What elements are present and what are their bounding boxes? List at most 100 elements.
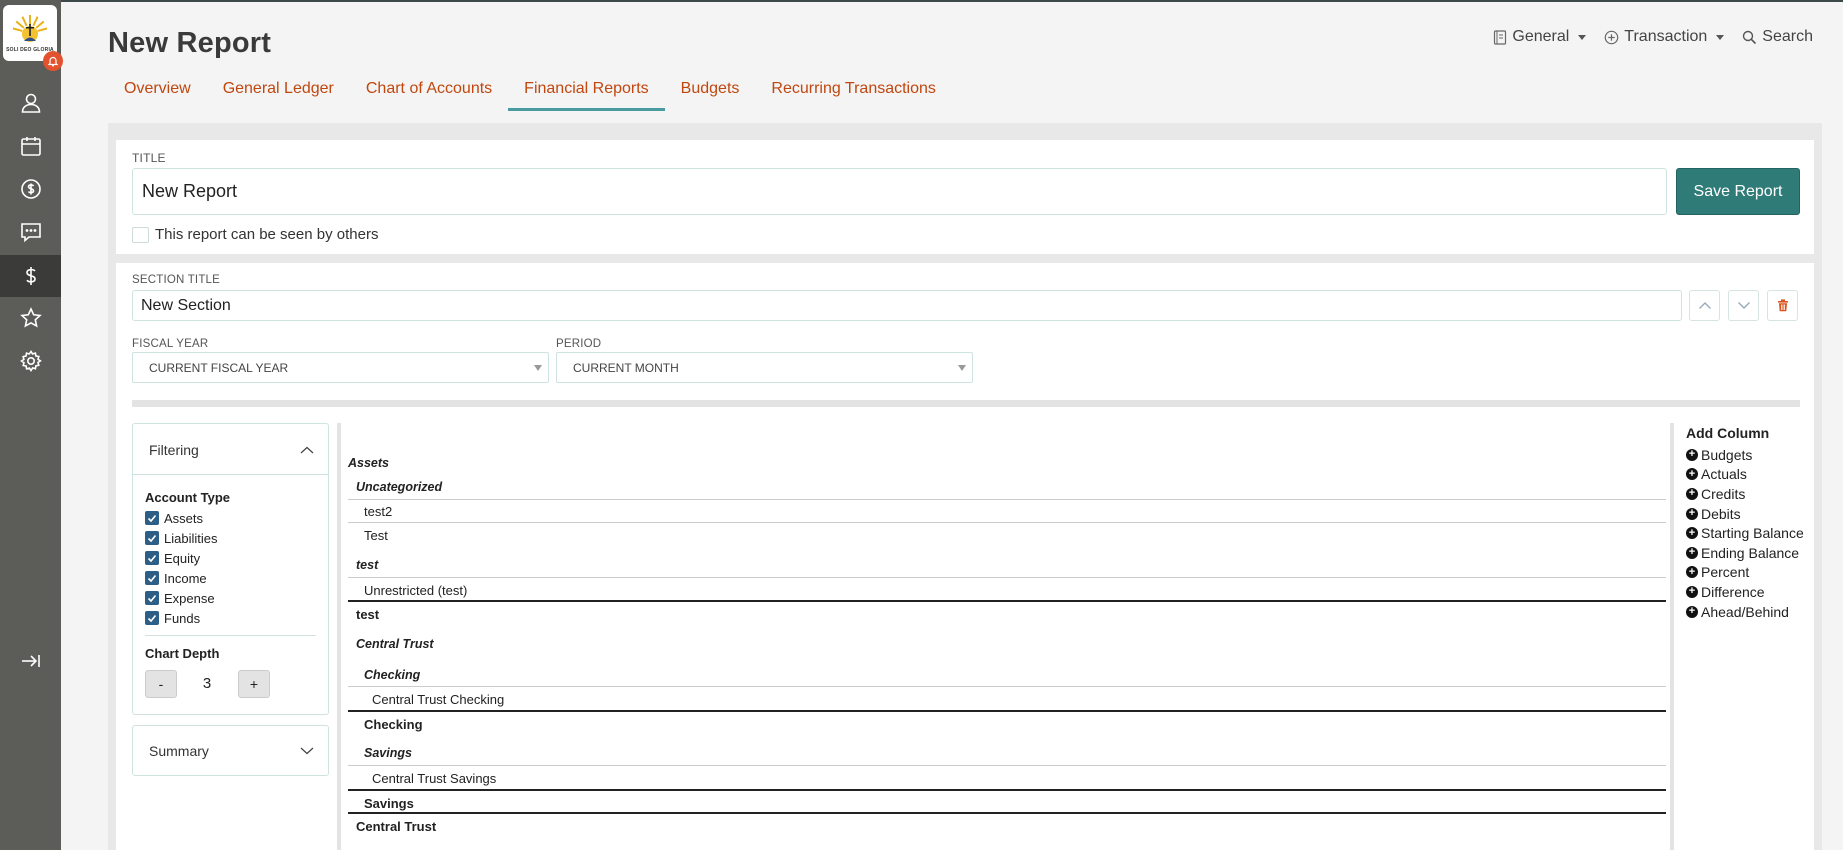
page-title: New Report xyxy=(108,27,272,59)
bell-icon xyxy=(47,56,59,67)
account-type-liabilities[interactable]: Liabilities xyxy=(145,528,217,548)
account-type-equity[interactable]: Equity xyxy=(145,548,217,568)
plus-circle-icon: + xyxy=(1686,507,1698,520)
visibility-checkbox[interactable] xyxy=(132,226,149,243)
tree-row[interactable]: Test xyxy=(364,528,388,543)
chevron-down-icon xyxy=(1737,302,1750,309)
tab-chart-of-accounts[interactable]: Chart of Accounts xyxy=(350,78,508,111)
tab-budgets[interactable]: Budgets xyxy=(665,78,756,111)
depth-decrement-button[interactable]: - xyxy=(145,670,177,698)
checkbox-checked[interactable] xyxy=(145,591,159,605)
row-divider xyxy=(348,499,1666,500)
add-column-percent[interactable]: + Percent xyxy=(1686,563,1804,583)
add-column-actuals[interactable]: + Actuals xyxy=(1686,465,1804,485)
sidebar-item-favorites[interactable] xyxy=(0,297,61,339)
tree-row: test xyxy=(356,607,380,622)
tree-row: Assets xyxy=(348,456,389,470)
plus-circle-icon: + xyxy=(1686,605,1698,618)
select-arrow-icon xyxy=(534,365,542,371)
row-divider xyxy=(348,765,1666,766)
checkbox-label: Funds xyxy=(164,610,201,626)
sidebar-item-settings[interactable] xyxy=(0,340,61,382)
tab-overview[interactable]: Overview xyxy=(108,78,207,111)
tree-row[interactable]: test2 xyxy=(364,504,392,519)
report-title-input[interactable]: New Report xyxy=(132,168,1667,215)
sidebar-expand-button[interactable] xyxy=(0,640,61,682)
tree-row[interactable]: Unrestricted (test) xyxy=(364,583,467,598)
checkbox-checked[interactable] xyxy=(145,511,159,525)
tree-row[interactable]: Central Trust Savings xyxy=(372,771,496,786)
account-type-income[interactable]: Income xyxy=(145,568,217,588)
account-type-expense[interactable]: Expense xyxy=(145,588,217,608)
row-divider xyxy=(348,686,1666,687)
tree-row: Savings xyxy=(364,746,412,760)
period-select[interactable]: CURRENT MONTH xyxy=(556,352,973,383)
sidebar-item-finance[interactable] xyxy=(0,255,61,297)
chevron-down-icon xyxy=(1578,34,1587,40)
account-type-list: Assets Liabilities Equity Income Expense… xyxy=(145,508,217,628)
total-divider xyxy=(348,710,1666,712)
transaction-menu[interactable]: Transaction xyxy=(1604,28,1725,46)
add-column-label: Starting Balance xyxy=(1701,525,1804,542)
account-type-assets[interactable]: Assets xyxy=(145,508,217,528)
sidebar-item-people[interactable] xyxy=(0,82,61,124)
section-divider xyxy=(132,400,1800,407)
add-column-difference[interactable]: + Difference xyxy=(1686,582,1804,602)
tree-row: Central Trust xyxy=(356,819,437,834)
tab-general-ledger[interactable]: General Ledger xyxy=(207,78,350,111)
tree-row[interactable]: Central Trust Checking xyxy=(372,692,504,707)
visibility-checkbox-row[interactable]: This report can be seen by others xyxy=(132,226,378,243)
add-column-ending-balance[interactable]: + Ending Balance xyxy=(1686,543,1804,563)
add-column-label: Debits xyxy=(1701,505,1741,522)
checkbox-label: Assets xyxy=(164,510,204,526)
sidebar-item-calendar[interactable] xyxy=(0,125,61,167)
add-column-credits[interactable]: + Credits xyxy=(1686,484,1804,504)
checkbox-checked[interactable] xyxy=(145,551,159,565)
star-icon xyxy=(19,307,42,328)
tree-row: Central Trust xyxy=(356,637,434,651)
checkbox-checked[interactable] xyxy=(145,531,159,545)
visibility-label: This report can be seen by others xyxy=(155,226,379,243)
coin-icon xyxy=(20,179,41,199)
calendar-icon xyxy=(20,137,41,156)
summary-header[interactable]: Summary xyxy=(149,743,314,759)
tab-financial-reports[interactable]: Financial Reports xyxy=(508,78,665,111)
fiscal-year-select[interactable]: CURRENT FISCAL YEAR xyxy=(132,352,549,383)
move-up-button[interactable] xyxy=(1689,290,1720,321)
sidebar-item-giving[interactable] xyxy=(0,168,61,210)
depth-increment-button[interactable]: + xyxy=(238,670,270,698)
logo-icon xyxy=(13,14,47,42)
summary-title: Summary xyxy=(149,743,209,759)
total-divider xyxy=(348,812,1666,814)
search-button[interactable]: Search xyxy=(1742,28,1813,46)
expand-arrow-icon xyxy=(21,655,40,667)
chevron-up-icon xyxy=(1698,302,1711,309)
notifications-bell[interactable] xyxy=(43,51,63,71)
panel-divider xyxy=(145,635,316,636)
add-column-debits[interactable]: + Debits xyxy=(1686,504,1804,524)
sidebar-item-messages[interactable] xyxy=(0,211,61,253)
check-icon xyxy=(147,534,157,542)
transaction-menu-label: Transaction xyxy=(1624,28,1708,45)
add-column-budgets[interactable]: + Budgets xyxy=(1686,445,1804,465)
save-report-button[interactable]: Save Report xyxy=(1676,168,1800,215)
tree-row: Checking xyxy=(364,668,421,682)
add-column-starting-balance[interactable]: + Starting Balance xyxy=(1686,523,1804,543)
delete-section-button[interactable] xyxy=(1767,290,1798,321)
filtering-header[interactable]: Filtering xyxy=(149,442,314,458)
section-title-input[interactable]: New Section xyxy=(132,290,1682,321)
add-column-label: Actuals xyxy=(1701,466,1747,483)
general-menu[interactable]: General xyxy=(1493,28,1587,46)
account-type-funds[interactable]: Funds xyxy=(145,608,217,628)
checkbox-checked[interactable] xyxy=(145,611,159,625)
tab-recurring-transactions[interactable]: Recurring Transactions xyxy=(755,78,952,111)
move-down-button[interactable] xyxy=(1728,290,1759,321)
checkbox-checked[interactable] xyxy=(145,571,159,585)
add-column-label: Ahead/Behind xyxy=(1701,603,1789,620)
depth-value: 3 xyxy=(202,675,212,692)
gear-icon xyxy=(19,350,42,372)
title-label: TITLE xyxy=(132,151,166,165)
tree-row: Savings xyxy=(364,796,414,811)
add-column-ahead-behind[interactable]: + Ahead/Behind xyxy=(1686,602,1804,622)
general-menu-label: General xyxy=(1512,28,1570,45)
